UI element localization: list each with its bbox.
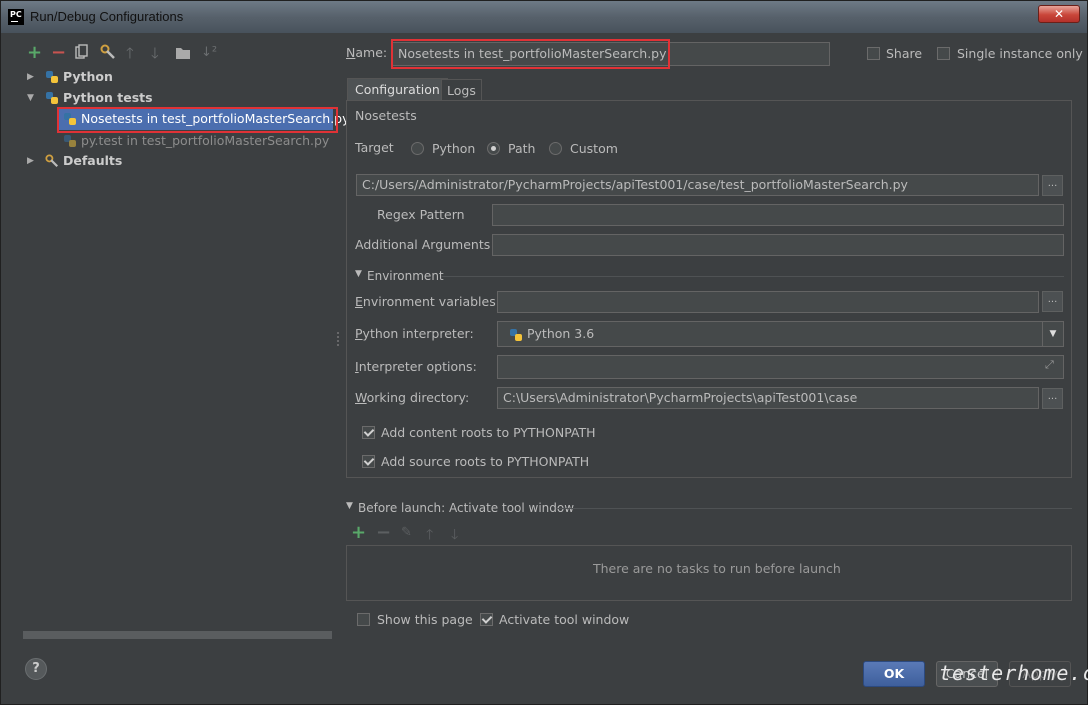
edit-defaults-icon[interactable]	[100, 44, 116, 65]
interp-options-label: Interpreter options:	[355, 359, 477, 374]
target-radio-python[interactable]	[411, 142, 424, 155]
regex-field[interactable]	[492, 204, 1064, 226]
tree-item-label: Defaults	[63, 153, 123, 168]
add-task-icon[interactable]: +	[351, 522, 366, 543]
expand-arrow-icon[interactable]: ▶	[27, 67, 34, 87]
chevron-down-icon[interactable]: ▼	[1042, 322, 1063, 346]
sort-icon[interactable]: ↓²	[201, 43, 217, 63]
source-roots-checkbox[interactable]	[362, 455, 375, 468]
python-tests-icon	[46, 92, 58, 104]
share-checkbox[interactable]	[867, 47, 880, 60]
add-icon[interactable]: +	[27, 43, 42, 63]
edit-task-icon[interactable]: ✎	[401, 525, 412, 540]
tree-item-label: py.test in test_portfolioMasterSearch.py	[81, 133, 330, 148]
show-page-checkbox[interactable]	[357, 613, 370, 626]
close-button[interactable]: ✕	[1038, 5, 1080, 23]
copy-icon[interactable]	[75, 44, 89, 65]
additional-args-field[interactable]	[492, 234, 1064, 256]
regex-label: Regex Pattern	[377, 207, 465, 222]
pytest-icon	[64, 135, 76, 147]
title-bar[interactable]: PC Run/Debug Configurations ✕	[1, 1, 1087, 33]
before-launch-collapse-icon[interactable]: ▼	[346, 501, 353, 511]
interpreter-select[interactable]: Python 3.6 ▼	[497, 321, 1064, 347]
env-vars-field[interactable]	[497, 291, 1039, 313]
before-launch-header: Before launch: Activate tool window	[358, 501, 575, 515]
single-instance-checkbox[interactable]	[937, 47, 950, 60]
working-dir-field[interactable]: C:\Users\Administrator\PycharmProjects\a…	[497, 387, 1039, 409]
target-path-field[interactable]: C:/Users/Administrator/PycharmProjects/a…	[356, 174, 1039, 196]
expand-field-icon[interactable]: ⤢	[1045, 358, 1054, 372]
environment-separator	[441, 276, 1064, 277]
highlight-box-name	[391, 39, 670, 69]
interp-options-field[interactable]	[497, 355, 1064, 379]
content-roots-label: Add content roots to PYTHONPATH	[381, 425, 596, 440]
target-option-path: Path	[508, 141, 536, 156]
remove-task-icon[interactable]: −	[376, 522, 391, 543]
pycharm-app-icon: PC	[8, 9, 24, 25]
source-roots-label: Add source roots to PYTHONPATH	[381, 454, 590, 469]
share-label: Share	[886, 46, 923, 61]
activate-window-label: Activate tool window	[499, 612, 630, 627]
target-label: Target	[355, 140, 394, 155]
browse-path-button[interactable]: ...	[1042, 175, 1063, 196]
section-title: Nosetests	[355, 108, 417, 123]
env-vars-label: Environment variables:	[355, 294, 500, 309]
splitter-handle[interactable]	[336, 331, 340, 347]
working-dir-label: Working directory:	[355, 390, 470, 405]
browse-working-dir-button[interactable]: ...	[1042, 388, 1063, 409]
single-instance-label: Single instance only	[957, 46, 1083, 61]
folder-icon[interactable]	[175, 45, 191, 65]
browse-env-button[interactable]: ...	[1042, 291, 1063, 312]
python-interpreter-icon	[510, 329, 522, 341]
activate-window-checkbox[interactable]	[480, 613, 493, 626]
target-radio-path[interactable]	[487, 142, 500, 155]
move-down-icon[interactable]: 🡓	[151, 43, 159, 63]
highlight-box-tree	[57, 107, 338, 133]
watermark: testerhome.com	[939, 661, 1088, 685]
tree-item-label: Python	[63, 69, 113, 84]
target-radio-custom[interactable]	[549, 142, 562, 155]
interpreter-label: Python interpreter:	[355, 326, 474, 341]
tab-configuration[interactable]: Configuration	[347, 78, 448, 100]
environment-collapse-icon[interactable]: ▼	[355, 269, 362, 279]
remove-icon[interactable]: −	[51, 43, 66, 63]
show-page-label: Show this page	[377, 612, 473, 627]
expand-arrow-icon[interactable]: ▶	[27, 151, 34, 171]
environment-header: Environment	[367, 269, 444, 283]
additional-args-label: Additional Arguments	[355, 237, 491, 252]
configuration-panel	[346, 100, 1072, 478]
window-title: Run/Debug Configurations	[30, 9, 184, 24]
target-option-custom: Custom	[570, 141, 618, 156]
collapse-arrow-icon[interactable]: ▼	[27, 88, 34, 108]
empty-tasks-text: There are no tasks to run before launch	[593, 561, 841, 576]
before-launch-separator	[556, 508, 1072, 509]
help-button[interactable]: ?	[25, 658, 47, 680]
run-debug-dialog: PC Run/Debug Configurations ✕ + − 🡑 🡓 ↓²…	[0, 0, 1088, 705]
move-up-icon[interactable]: 🡑	[126, 43, 134, 63]
tab-logs[interactable]: Logs	[441, 79, 482, 101]
defaults-wrench-icon	[45, 154, 59, 168]
interpreter-value: Python 3.6	[527, 326, 595, 341]
python-icon	[46, 71, 58, 83]
tree-horizontal-scrollbar[interactable]	[23, 631, 332, 639]
target-option-python: Python	[432, 141, 476, 156]
ok-button[interactable]: OK	[863, 661, 925, 687]
content-roots-checkbox[interactable]	[362, 426, 375, 439]
tree-item-label: Python tests	[63, 90, 153, 105]
name-label: Name:	[346, 45, 388, 60]
